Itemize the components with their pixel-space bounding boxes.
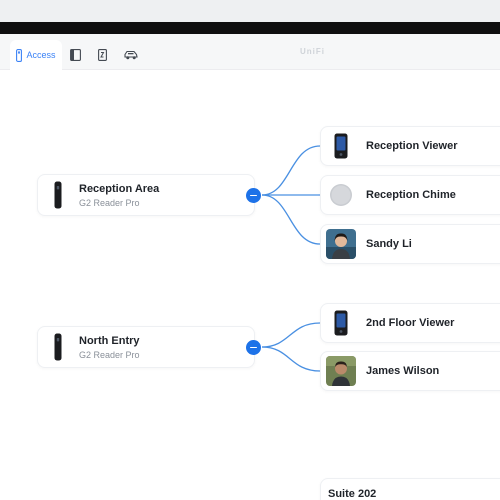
device-bezel — [0, 0, 500, 22]
tab-access[interactable]: Access — [10, 40, 62, 70]
source-card-reception-area[interactable]: Reception Area G2 Reader Pro — [37, 174, 255, 216]
phone-sheet-icon — [97, 49, 107, 61]
source-name: North Entry — [79, 334, 140, 347]
tab-car[interactable] — [120, 40, 142, 70]
collapse-button[interactable] — [246, 188, 261, 203]
tab-access-label: Access — [26, 50, 56, 60]
target-card-james-wilson[interactable]: James Wilson — [320, 351, 500, 391]
reader-device-icon — [53, 333, 63, 361]
target-name: James Wilson — [366, 365, 440, 377]
link-james-wilson — [261, 346, 321, 372]
source-model: G2 Reader Pro — [79, 197, 140, 208]
target-name: Reception Viewer — [366, 140, 458, 152]
source-card-north-entry[interactable]: North Entry G2 Reader Pro — [37, 326, 255, 368]
viewer-device-icon — [326, 308, 356, 338]
user-avatar — [326, 356, 356, 386]
viewer-device-icon — [326, 131, 356, 161]
link-sandy-li — [261, 194, 321, 245]
source-model: G2 Reader Pro — [79, 349, 140, 360]
target-card-reception-chime[interactable]: Reception Chime — [320, 175, 500, 215]
target-card-suite-202[interactable]: Suite 202 — [320, 478, 500, 500]
target-card-sandy-li[interactable]: Sandy Li — [320, 224, 500, 264]
tab-book[interactable] — [64, 40, 86, 70]
target-name: 2nd Floor Viewer — [366, 317, 455, 329]
tab-phone-sheet[interactable] — [92, 40, 112, 70]
door-reader-icon — [16, 48, 23, 62]
chime-device-icon — [326, 180, 356, 210]
user-avatar — [326, 229, 356, 259]
book-icon — [69, 49, 81, 61]
target-name: Sandy Li — [366, 238, 412, 250]
topology-canvas: Reception Area G2 Reader Pro Reception V… — [0, 70, 500, 500]
link-2nd-floor-viewer — [261, 322, 321, 348]
collapse-button[interactable] — [246, 340, 261, 355]
top-toolbar: Access — [0, 34, 500, 70]
target-name: Suite 202 — [328, 488, 377, 500]
link-reception-viewer — [261, 145, 321, 196]
car-icon — [124, 50, 138, 60]
minus-icon — [250, 194, 257, 197]
device-bezel-edge — [0, 22, 500, 34]
minus-icon — [250, 346, 257, 349]
target-name: Reception Chime — [366, 189, 456, 201]
target-card-2nd-floor-viewer[interactable]: 2nd Floor Viewer — [320, 303, 500, 343]
reader-device-icon — [53, 181, 63, 209]
brand-watermark: UniFi — [300, 47, 325, 56]
source-name: Reception Area — [79, 182, 160, 195]
target-card-reception-viewer[interactable]: Reception Viewer — [320, 126, 500, 166]
